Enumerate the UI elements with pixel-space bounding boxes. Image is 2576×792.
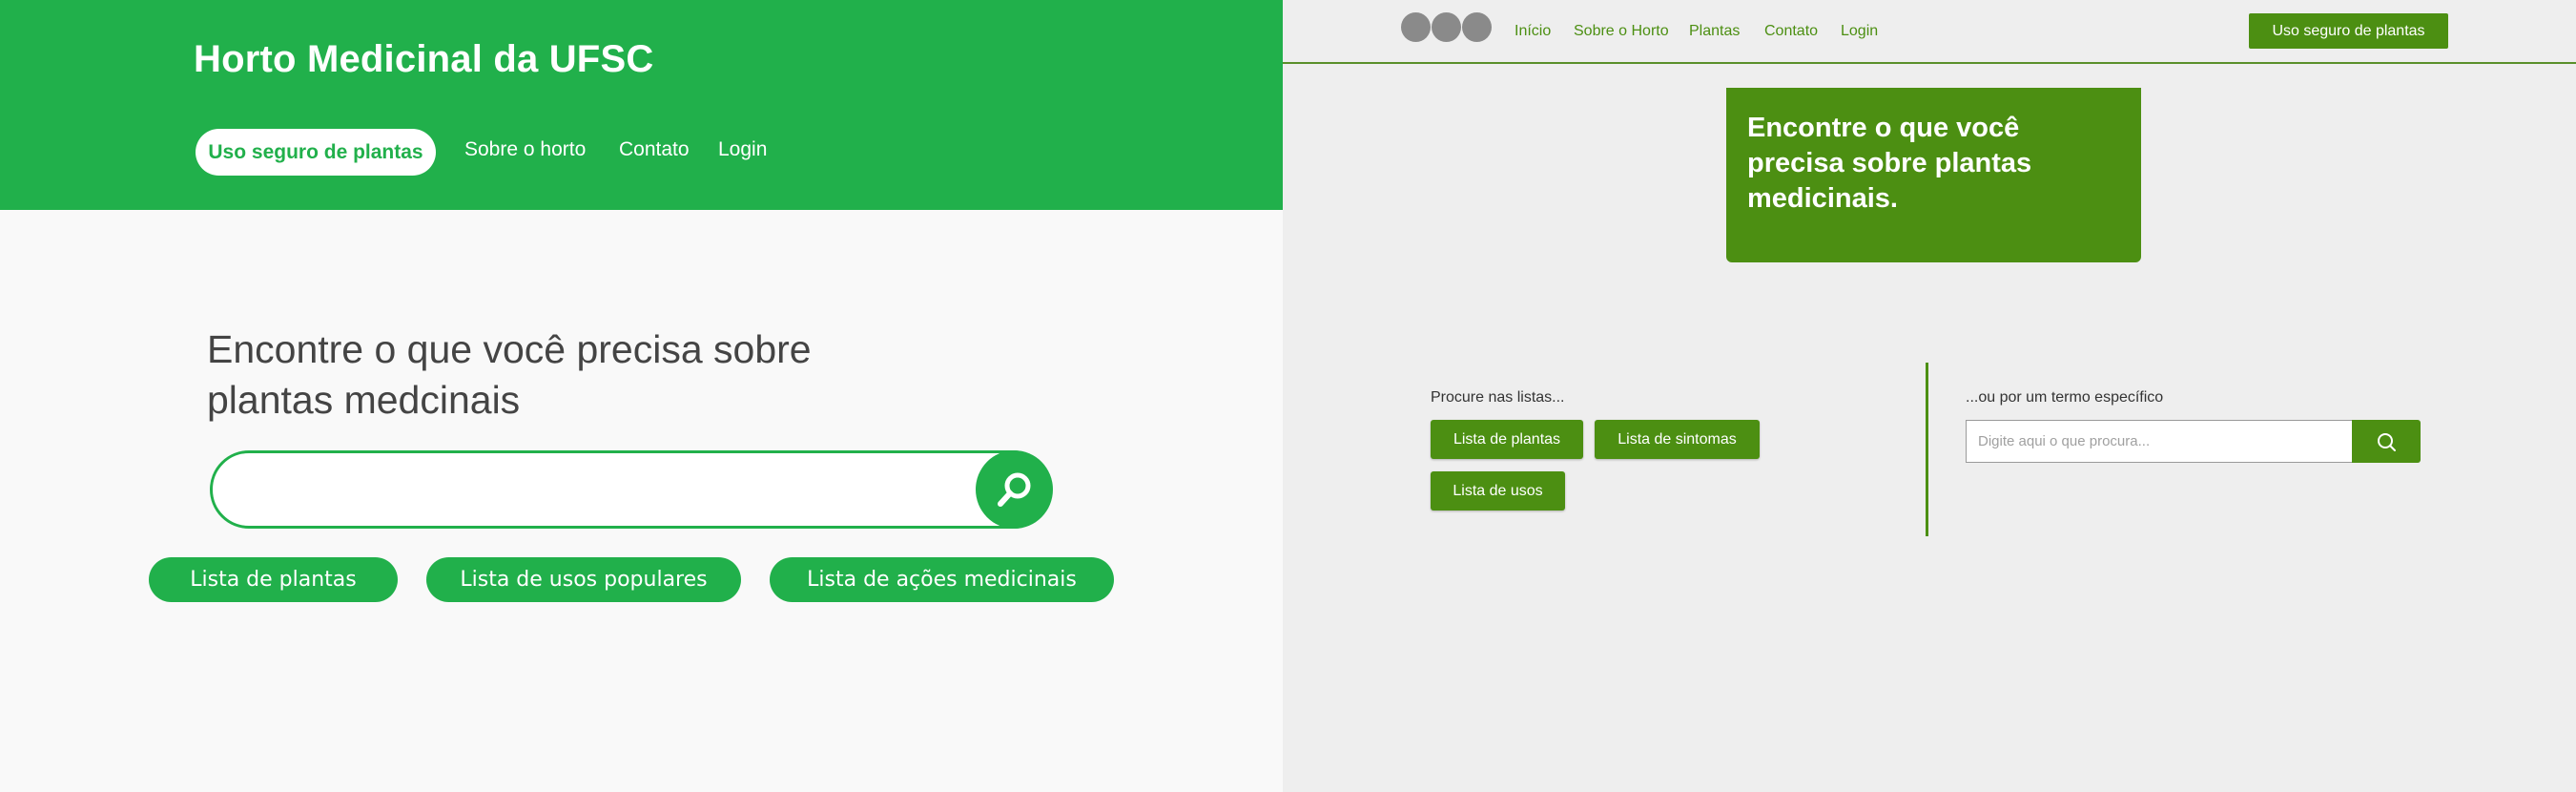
- nav-sobre-horto-link[interactable]: Sobre o Horto: [1574, 23, 1669, 40]
- list-plantas-button[interactable]: Lista de plantas: [1431, 420, 1583, 459]
- section-divider: [1926, 363, 1928, 536]
- nav-plantas-link[interactable]: Plantas: [1689, 23, 1740, 40]
- hero-heading: Encontre o que você precisa sobre planta…: [1747, 113, 2032, 214]
- nav-sobre-link[interactable]: Sobre o horto: [464, 138, 586, 161]
- search-icon: [997, 472, 1030, 507]
- nav-login-link[interactable]: Login: [1841, 23, 1878, 40]
- list-sintomas-button[interactable]: Lista de sintomas: [1595, 420, 1760, 459]
- nav-contato-link[interactable]: Contato: [619, 138, 690, 161]
- search-button[interactable]: [976, 450, 1053, 529]
- top-navbar: Início Sobre o Horto Plantas Contato Log…: [1283, 0, 2576, 64]
- hero-banner: Encontre o que você precisa sobre planta…: [1726, 88, 2141, 262]
- list-usos-populares-button[interactable]: Lista de usos populares: [426, 557, 741, 602]
- left-header: Horto Medicinal da UFSC Uso seguro de pl…: [0, 0, 1283, 210]
- logo-dot: [1401, 12, 1431, 42]
- nav-uso-seguro-button[interactable]: Uso seguro de plantas: [196, 129, 436, 176]
- search-input[interactable]: [210, 450, 1052, 529]
- list-acoes-medicinais-button[interactable]: Lista de ações medicinais: [770, 557, 1114, 602]
- search-label: ...ou por um termo específico: [1966, 389, 2164, 406]
- site-title: Horto Medicinal da UFSC: [194, 38, 654, 80]
- logo-dot: [1462, 12, 1492, 42]
- search-input[interactable]: [1966, 420, 2352, 463]
- list-usos-button[interactable]: Lista de usos: [1431, 471, 1565, 511]
- nav-login-link[interactable]: Login: [718, 138, 767, 161]
- page-heading: Encontre o que você precisa sobre planta…: [207, 327, 812, 422]
- right-mockup: Início Sobre o Horto Plantas Contato Log…: [1283, 0, 2576, 792]
- uso-seguro-button[interactable]: Uso seguro de plantas: [2249, 13, 2448, 49]
- search-button[interactable]: [2352, 420, 2421, 463]
- list-plantas-button[interactable]: Lista de plantas: [149, 557, 398, 602]
- lists-label: Procure nas listas...: [1431, 389, 1565, 406]
- search-icon: [2378, 432, 2396, 451]
- logo-dot: [1432, 12, 1461, 42]
- nav-inicio-link[interactable]: Início: [1515, 23, 1551, 40]
- left-mockup: Horto Medicinal da UFSC Uso seguro de pl…: [0, 0, 1283, 792]
- nav-contato-link[interactable]: Contato: [1764, 23, 1818, 40]
